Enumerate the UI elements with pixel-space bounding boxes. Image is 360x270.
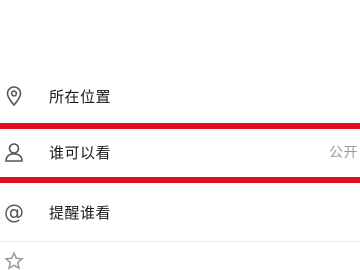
post-options-screen: 所在位置 谁可以看 公开 @ 提醒谁看	[0, 0, 360, 270]
remind-row[interactable]: @ 提醒谁看	[0, 186, 360, 238]
row-divider	[0, 241, 360, 242]
star-icon	[3, 250, 25, 270]
person-icon	[3, 141, 25, 163]
remind-label: 提醒谁看	[49, 203, 112, 222]
partial-row[interactable]	[0, 248, 360, 270]
at-icon: @	[4, 200, 24, 224]
visibility-value: 公开	[329, 145, 358, 161]
location-label: 所在位置	[49, 87, 112, 106]
location-pin-icon	[3, 85, 25, 107]
visibility-label: 谁可以看	[49, 143, 112, 162]
visibility-row[interactable]: 谁可以看 公开	[0, 126, 360, 178]
location-row[interactable]: 所在位置	[0, 70, 360, 122]
highlight-border-bottom	[0, 177, 360, 183]
